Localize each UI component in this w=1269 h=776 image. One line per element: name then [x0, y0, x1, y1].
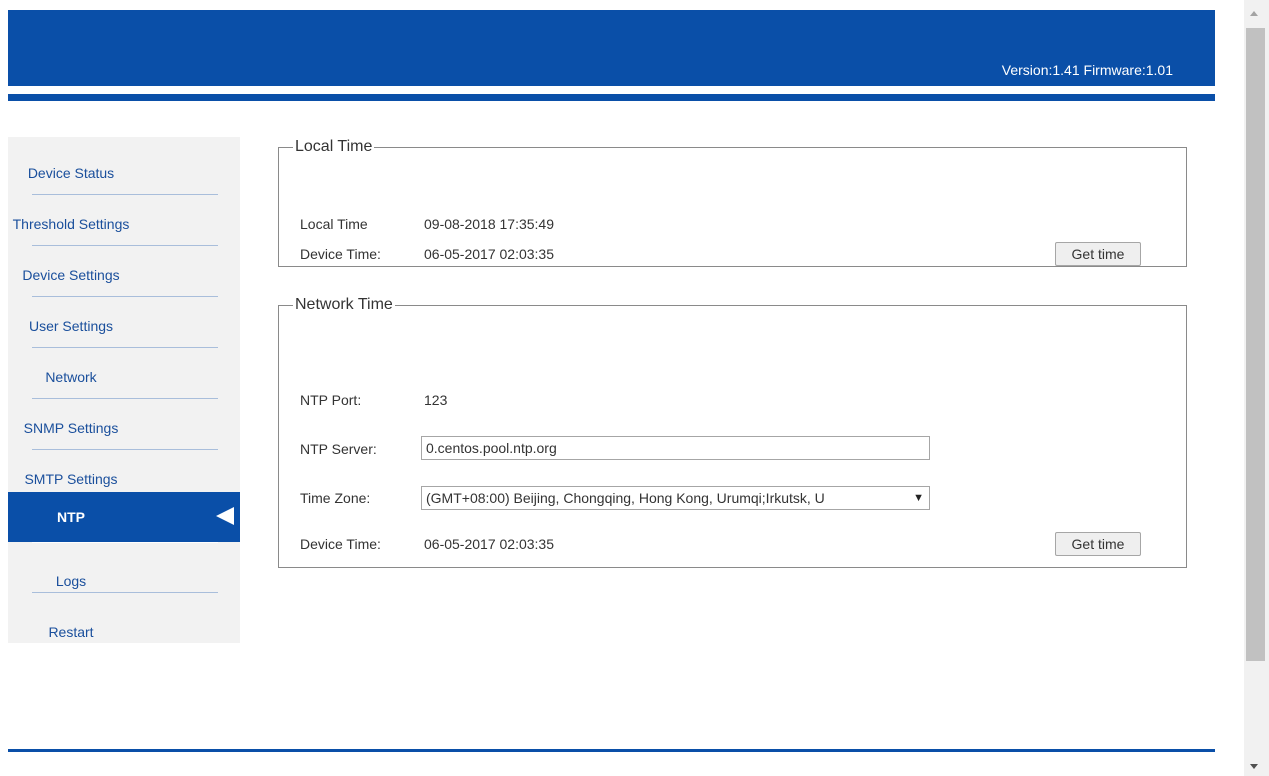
ntp-port-value: 123: [424, 392, 448, 408]
device-time-label: Device Time:: [300, 536, 381, 552]
sidebar-divider: [32, 398, 218, 399]
sidebar-item-ntp[interactable]: NTP: [8, 492, 240, 543]
scroll-up-icon[interactable]: [1250, 11, 1258, 16]
sidebar-divider: [32, 347, 218, 348]
footer-divider: [8, 749, 1215, 752]
device-time-value: 06-05-2017 02:03:35: [424, 246, 554, 262]
get-time-button[interactable]: Get time: [1055, 242, 1141, 266]
sidebar-divider: [32, 449, 218, 450]
sidebar-item-device-settings[interactable]: Device Settings: [8, 247, 240, 297]
header-divider: [8, 94, 1215, 101]
sidebar-item-restart[interactable]: Restart: [8, 604, 240, 648]
scroll-down-icon[interactable]: [1250, 764, 1258, 769]
sidebar-item-logs[interactable]: Logs: [8, 553, 240, 597]
header-bar: Version:1.41 Firmware:1.01: [8, 10, 1215, 86]
sidebar-item-label: SNMP Settings: [23, 420, 119, 436]
sidebar: Device Status Threshold Settings Device …: [8, 137, 240, 643]
local-time-legend: Local Time: [295, 138, 373, 155]
sidebar-divider: [32, 245, 218, 246]
sidebar-item-snmp-settings[interactable]: SNMP Settings: [8, 400, 240, 450]
device-time-value: 06-05-2017 02:03:35: [424, 536, 554, 552]
sidebar-item-label: Device Settings: [22, 267, 120, 283]
ntp-server-label: NTP Server:: [300, 441, 377, 457]
sidebar-divider: [32, 296, 218, 297]
sidebar-item-label: Threshold Settings: [12, 216, 130, 232]
device-time-label: Device Time:: [300, 246, 381, 262]
sidebar-item-threshold-settings[interactable]: Threshold Settings: [8, 196, 240, 246]
vertical-scrollbar[interactable]: [1244, 0, 1269, 776]
sidebar-item-smtp-settings[interactable]: SMTP Settings: [8, 451, 240, 495]
time-zone-selected-value: (GMT+08:00) Beijing, Chongqing, Hong Kon…: [426, 490, 825, 506]
sidebar-item-label: Device Status: [27, 165, 115, 181]
scrollbar-thumb[interactable]: [1246, 28, 1265, 661]
time-zone-label: Time Zone:: [300, 490, 371, 506]
ntp-server-input[interactable]: 0.centos.pool.ntp.org: [421, 436, 930, 460]
sidebar-divider: [32, 194, 218, 195]
sidebar-item-label: Network: [45, 369, 97, 385]
sidebar-item-label: SMTP Settings: [24, 471, 118, 487]
sidebar-item-network[interactable]: Network: [8, 349, 240, 399]
sidebar-divider: [32, 542, 218, 543]
sidebar-item-label: Restart: [48, 624, 94, 640]
sidebar-item-user-settings[interactable]: User Settings: [8, 298, 240, 348]
caret-down-icon: ▼: [913, 492, 924, 504]
network-time-legend: Network Time: [295, 296, 393, 313]
sidebar-item-label: Logs: [55, 573, 87, 589]
network-time-panel: Network Time NTP Port: 123 NTP Server: 0…: [278, 296, 1187, 568]
time-zone-select[interactable]: (GMT+08:00) Beijing, Chongqing, Hong Kon…: [421, 486, 930, 510]
local-time-value: 09-08-2018 17:35:49: [424, 216, 554, 232]
local-time-label: Local Time: [300, 216, 368, 232]
sidebar-divider: [32, 592, 218, 593]
get-time-button[interactable]: Get time: [1055, 532, 1141, 556]
triangle-left-icon: [216, 507, 234, 525]
sidebar-item-label: User Settings: [28, 318, 114, 334]
sidebar-item-label: NTP: [57, 509, 85, 525]
sidebar-item-device-status[interactable]: Device Status: [8, 145, 240, 195]
local-time-panel: Local Time Local Time 09-08-2018 17:35:4…: [278, 138, 1187, 267]
ntp-port-label: NTP Port:: [300, 392, 362, 408]
version-text: Version:1.41 Firmware:1.01: [1001, 62, 1173, 78]
